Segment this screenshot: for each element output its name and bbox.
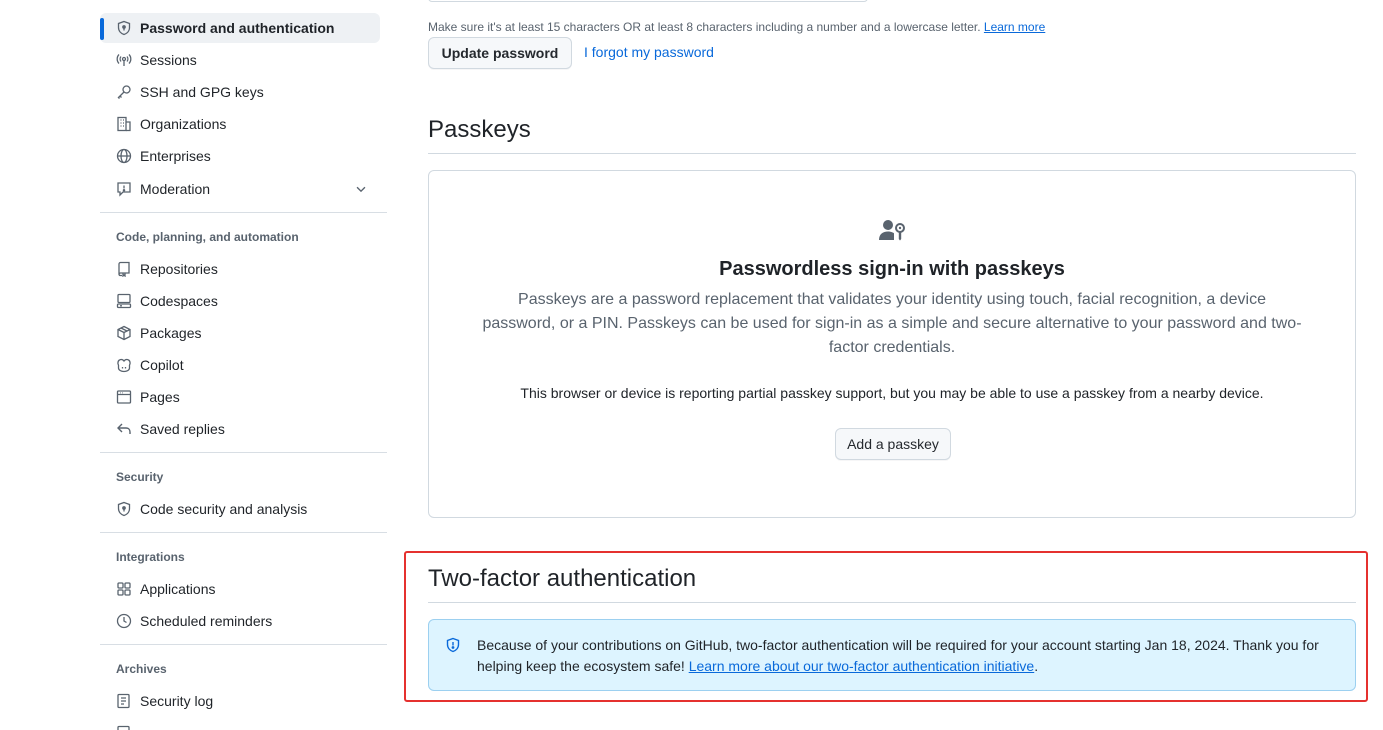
sidebar-item-repositories[interactable]: Repositories: [100, 254, 380, 284]
passkeys-support-note: This browser or device is reporting part…: [520, 385, 1264, 401]
shield-lock-icon: [116, 501, 132, 517]
broadcast-icon: [116, 52, 132, 68]
sidebar-divider: [100, 644, 387, 645]
sidebar-divider: [100, 532, 387, 533]
log-icon: [116, 725, 132, 730]
section-heading-integrations: Integrations: [116, 550, 185, 564]
sidebar-item-applications[interactable]: Applications: [100, 574, 380, 604]
sidebar-item-security-log[interactable]: Security log: [100, 686, 380, 716]
sidebar-item-label: SSH and GPG keys: [140, 84, 264, 100]
forgot-password-link[interactable]: I forgot my password: [584, 44, 714, 60]
settings-sidebar: Password and authentication Sessions SSH…: [100, 0, 388, 730]
sidebar-item-codespaces[interactable]: Codespaces: [100, 286, 380, 316]
passkeys-description: Passkeys are a password replacement that…: [482, 291, 1302, 356]
sidebar-item-label: Applications: [140, 581, 216, 597]
sidebar-divider: [100, 212, 387, 213]
sidebar-item-label: Moderation: [140, 181, 211, 197]
sidebar-item-label: Scheduled reminders: [140, 613, 273, 629]
section-heading-archives: Archives: [116, 662, 167, 676]
key-icon: [116, 84, 132, 100]
sidebar-item-enterprises[interactable]: Enterprises: [100, 141, 380, 171]
sidebar-item-label: Enterprises: [140, 148, 211, 164]
sidebar-item-label: Codespaces: [140, 293, 218, 309]
learn-more-link[interactable]: Learn more: [984, 20, 1045, 34]
password-input-edge[interactable]: [428, 0, 868, 2]
section-heading-code-planning-automation: Code, planning, and automation: [116, 230, 299, 244]
report-icon: [116, 181, 132, 197]
sidebar-item-label: Repositories: [140, 261, 218, 277]
sidebar-item-label: Saved replies: [140, 421, 225, 437]
update-password-button[interactable]: Update password: [428, 37, 572, 69]
sidebar-item-code-security-and-analysis[interactable]: Code security and analysis: [100, 494, 380, 524]
sidebar-item-label: Organizations: [140, 116, 227, 132]
chevron-down-icon[interactable]: [354, 182, 368, 196]
sidebar-item-copilot[interactable]: Copilot: [100, 350, 380, 380]
passkeys-heading: Passkeys: [428, 116, 531, 143]
password-hint-text: Make sure it's at least 15 characters OR…: [428, 20, 981, 34]
sidebar-item-cut-off[interactable]: [100, 718, 380, 730]
sidebar-item-label: Password and authentication: [140, 20, 335, 36]
shield-lock-icon: [116, 20, 132, 36]
sidebar-item-label: Security log: [140, 693, 214, 709]
package-icon: [116, 325, 132, 341]
sidebar-item-label: Packages: [140, 325, 202, 341]
sidebar-item-scheduled-reminders[interactable]: Scheduled reminders: [100, 606, 380, 636]
section-divider: [428, 153, 1356, 154]
add-passkey-button[interactable]: Add a passkey: [835, 428, 951, 460]
highlight-box: [404, 551, 1368, 702]
sidebar-item-sessions[interactable]: Sessions: [100, 45, 380, 75]
sidebar-item-label: Code security and analysis: [140, 501, 308, 517]
globe-icon: [116, 148, 132, 164]
sidebar-item-label: Copilot: [140, 357, 184, 373]
password-hint: Make sure it's at least 15 characters OR…: [428, 20, 1045, 34]
clock-icon: [116, 613, 132, 629]
passkeys-title: Passwordless sign-in with passkeys: [719, 258, 1065, 280]
sidebar-item-moderation[interactable]: Moderation: [100, 174, 380, 204]
sidebar-item-organizations[interactable]: Organizations: [100, 109, 380, 139]
repo-icon: [116, 261, 132, 277]
codespaces-icon: [116, 293, 132, 309]
sidebar-divider: [100, 452, 387, 453]
apps-icon: [116, 581, 132, 597]
copilot-icon: [116, 357, 132, 373]
log-icon: [116, 693, 132, 709]
section-heading-security: Security: [116, 470, 164, 484]
reply-icon: [116, 421, 132, 437]
sidebar-item-pages[interactable]: Pages: [100, 382, 380, 412]
browser-icon: [116, 389, 132, 405]
sidebar-item-label: Sessions: [140, 52, 197, 68]
sidebar-item-packages[interactable]: Packages: [100, 318, 380, 348]
active-indicator: [100, 18, 104, 40]
organization-icon: [116, 116, 132, 132]
sidebar-item-label: Pages: [140, 389, 180, 405]
passkeys-blankslate: Passwordless sign-in with passkeys Passk…: [428, 170, 1356, 518]
passkey-icon: [879, 219, 907, 243]
sidebar-item-ssh-and-gpg-keys[interactable]: SSH and GPG keys: [100, 77, 380, 107]
sidebar-item-saved-replies[interactable]: Saved replies: [100, 414, 380, 444]
sidebar-item-password-and-authentication[interactable]: Password and authentication: [100, 13, 380, 43]
